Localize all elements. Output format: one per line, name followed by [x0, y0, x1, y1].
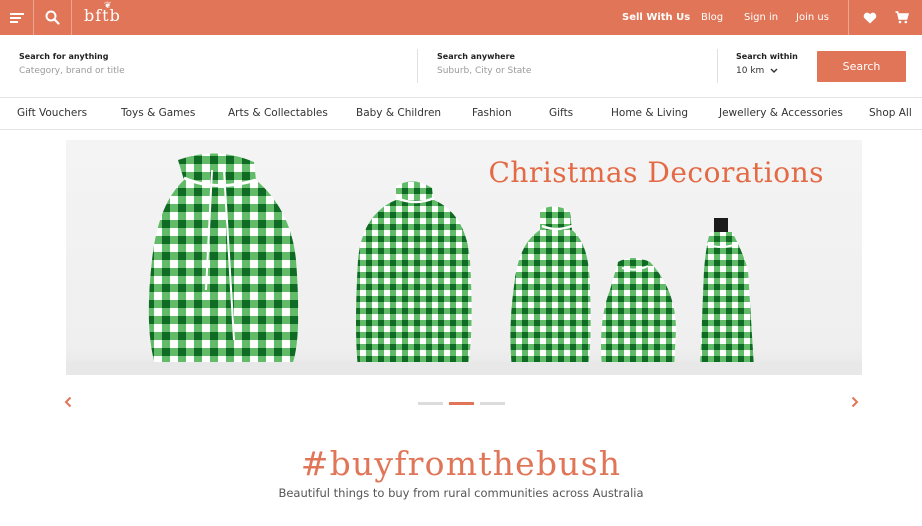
carousel-dot-2[interactable]: [449, 402, 474, 405]
wishlist-button[interactable]: [860, 0, 880, 35]
shelf: [66, 362, 862, 375]
search-button[interactable]: Search: [817, 51, 906, 82]
sell-with-us-link[interactable]: Sell With Us: [622, 0, 690, 35]
join-us-label: Join us: [796, 12, 829, 23]
menu-icon: [9, 12, 24, 23]
cart-button[interactable]: [893, 0, 911, 35]
category-shop-all[interactable]: Shop All: [869, 107, 912, 119]
search-within-label: Search within: [736, 52, 798, 61]
carousel-prev-button[interactable]: [61, 394, 75, 410]
carousel-dot-1[interactable]: [418, 402, 443, 405]
category-home-living[interactable]: Home & Living: [611, 107, 688, 119]
category-gifts[interactable]: Gifts: [549, 107, 573, 119]
search-anything-label: Search for anything: [19, 52, 109, 61]
location-input[interactable]: Suburb, City or State: [437, 66, 531, 76]
chevron-left-icon: [64, 396, 72, 408]
sign-in-link[interactable]: Sign in: [744, 0, 778, 35]
top-bar: bftb ❦ Sell With Us Blog Sign in Join us: [0, 0, 922, 35]
leaf-icon: ❦: [104, 1, 113, 11]
carousel-dot-3[interactable]: [480, 402, 505, 405]
carousel-next-button[interactable]: [848, 394, 862, 410]
category-fashion[interactable]: Fashion: [472, 107, 512, 119]
gift-bag-tiny: [601, 258, 676, 368]
search-toggle-button[interactable]: [34, 0, 71, 35]
carousel-indicators: [418, 402, 505, 405]
search-anywhere-label: Search anywhere: [437, 52, 515, 61]
category-arts-collectables[interactable]: Arts & Collectables: [228, 107, 328, 119]
menu-button[interactable]: [0, 0, 33, 35]
category-baby-children[interactable]: Baby & Children: [356, 107, 441, 119]
category-toys-games[interactable]: Toys & Games: [121, 107, 195, 119]
join-us-link[interactable]: Join us: [796, 0, 829, 35]
gift-bag-medium: [356, 181, 472, 368]
chevron-down-icon: [770, 68, 778, 73]
distance-value: 10 km: [736, 66, 765, 76]
blog-link[interactable]: Blog: [701, 0, 723, 35]
search-anything-input[interactable]: Category, brand or title: [19, 66, 125, 76]
search-row: Search for anything Category, brand or t…: [0, 35, 922, 98]
category-gift-vouchers[interactable]: Gift Vouchers: [17, 107, 87, 119]
hero-title: Christmas Decorations: [488, 156, 824, 189]
promo-tagline: Beautiful things to buy from rural commu…: [278, 486, 644, 500]
cart-icon: [895, 11, 909, 24]
promo-hashtag: #buyfromthebush: [300, 444, 622, 483]
category-jewellery-accessories[interactable]: Jewellery & Accessories: [719, 107, 843, 119]
hero-banner[interactable]: Christmas Decorations: [66, 140, 862, 375]
sell-with-us-label: Sell With Us: [622, 12, 691, 23]
gift-bag-small: [510, 206, 591, 368]
search-button-label: Search: [842, 60, 881, 73]
blog-label: Blog: [701, 12, 724, 23]
brand-logo-text: bftb: [84, 6, 121, 25]
category-nav: Gift Vouchers Toys & Games Arts & Collec…: [0, 98, 922, 130]
bottle-bag: [700, 232, 754, 368]
search-icon: [45, 10, 60, 25]
distance-select[interactable]: 10 km: [736, 66, 778, 76]
brand-logo[interactable]: bftb ❦: [84, 1, 121, 25]
chevron-right-icon: [851, 396, 859, 408]
sign-in-label: Sign in: [744, 12, 779, 23]
heart-icon: [863, 12, 877, 23]
